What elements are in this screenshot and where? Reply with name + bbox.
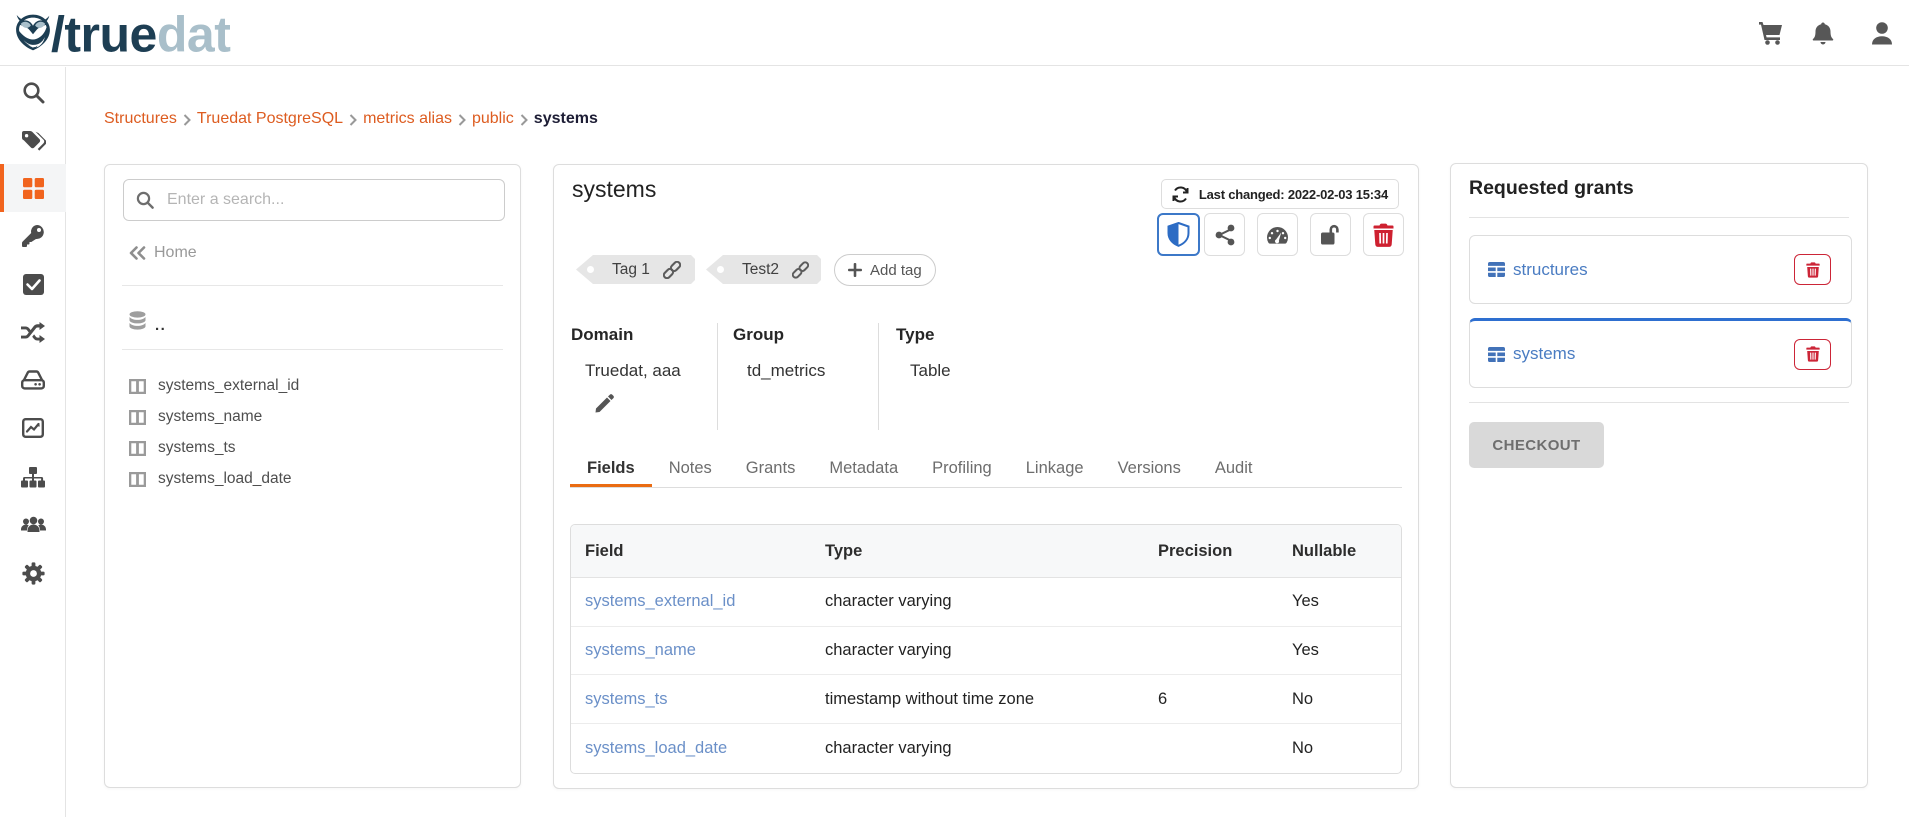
svg-text:/truedat: /truedat [51,14,231,54]
